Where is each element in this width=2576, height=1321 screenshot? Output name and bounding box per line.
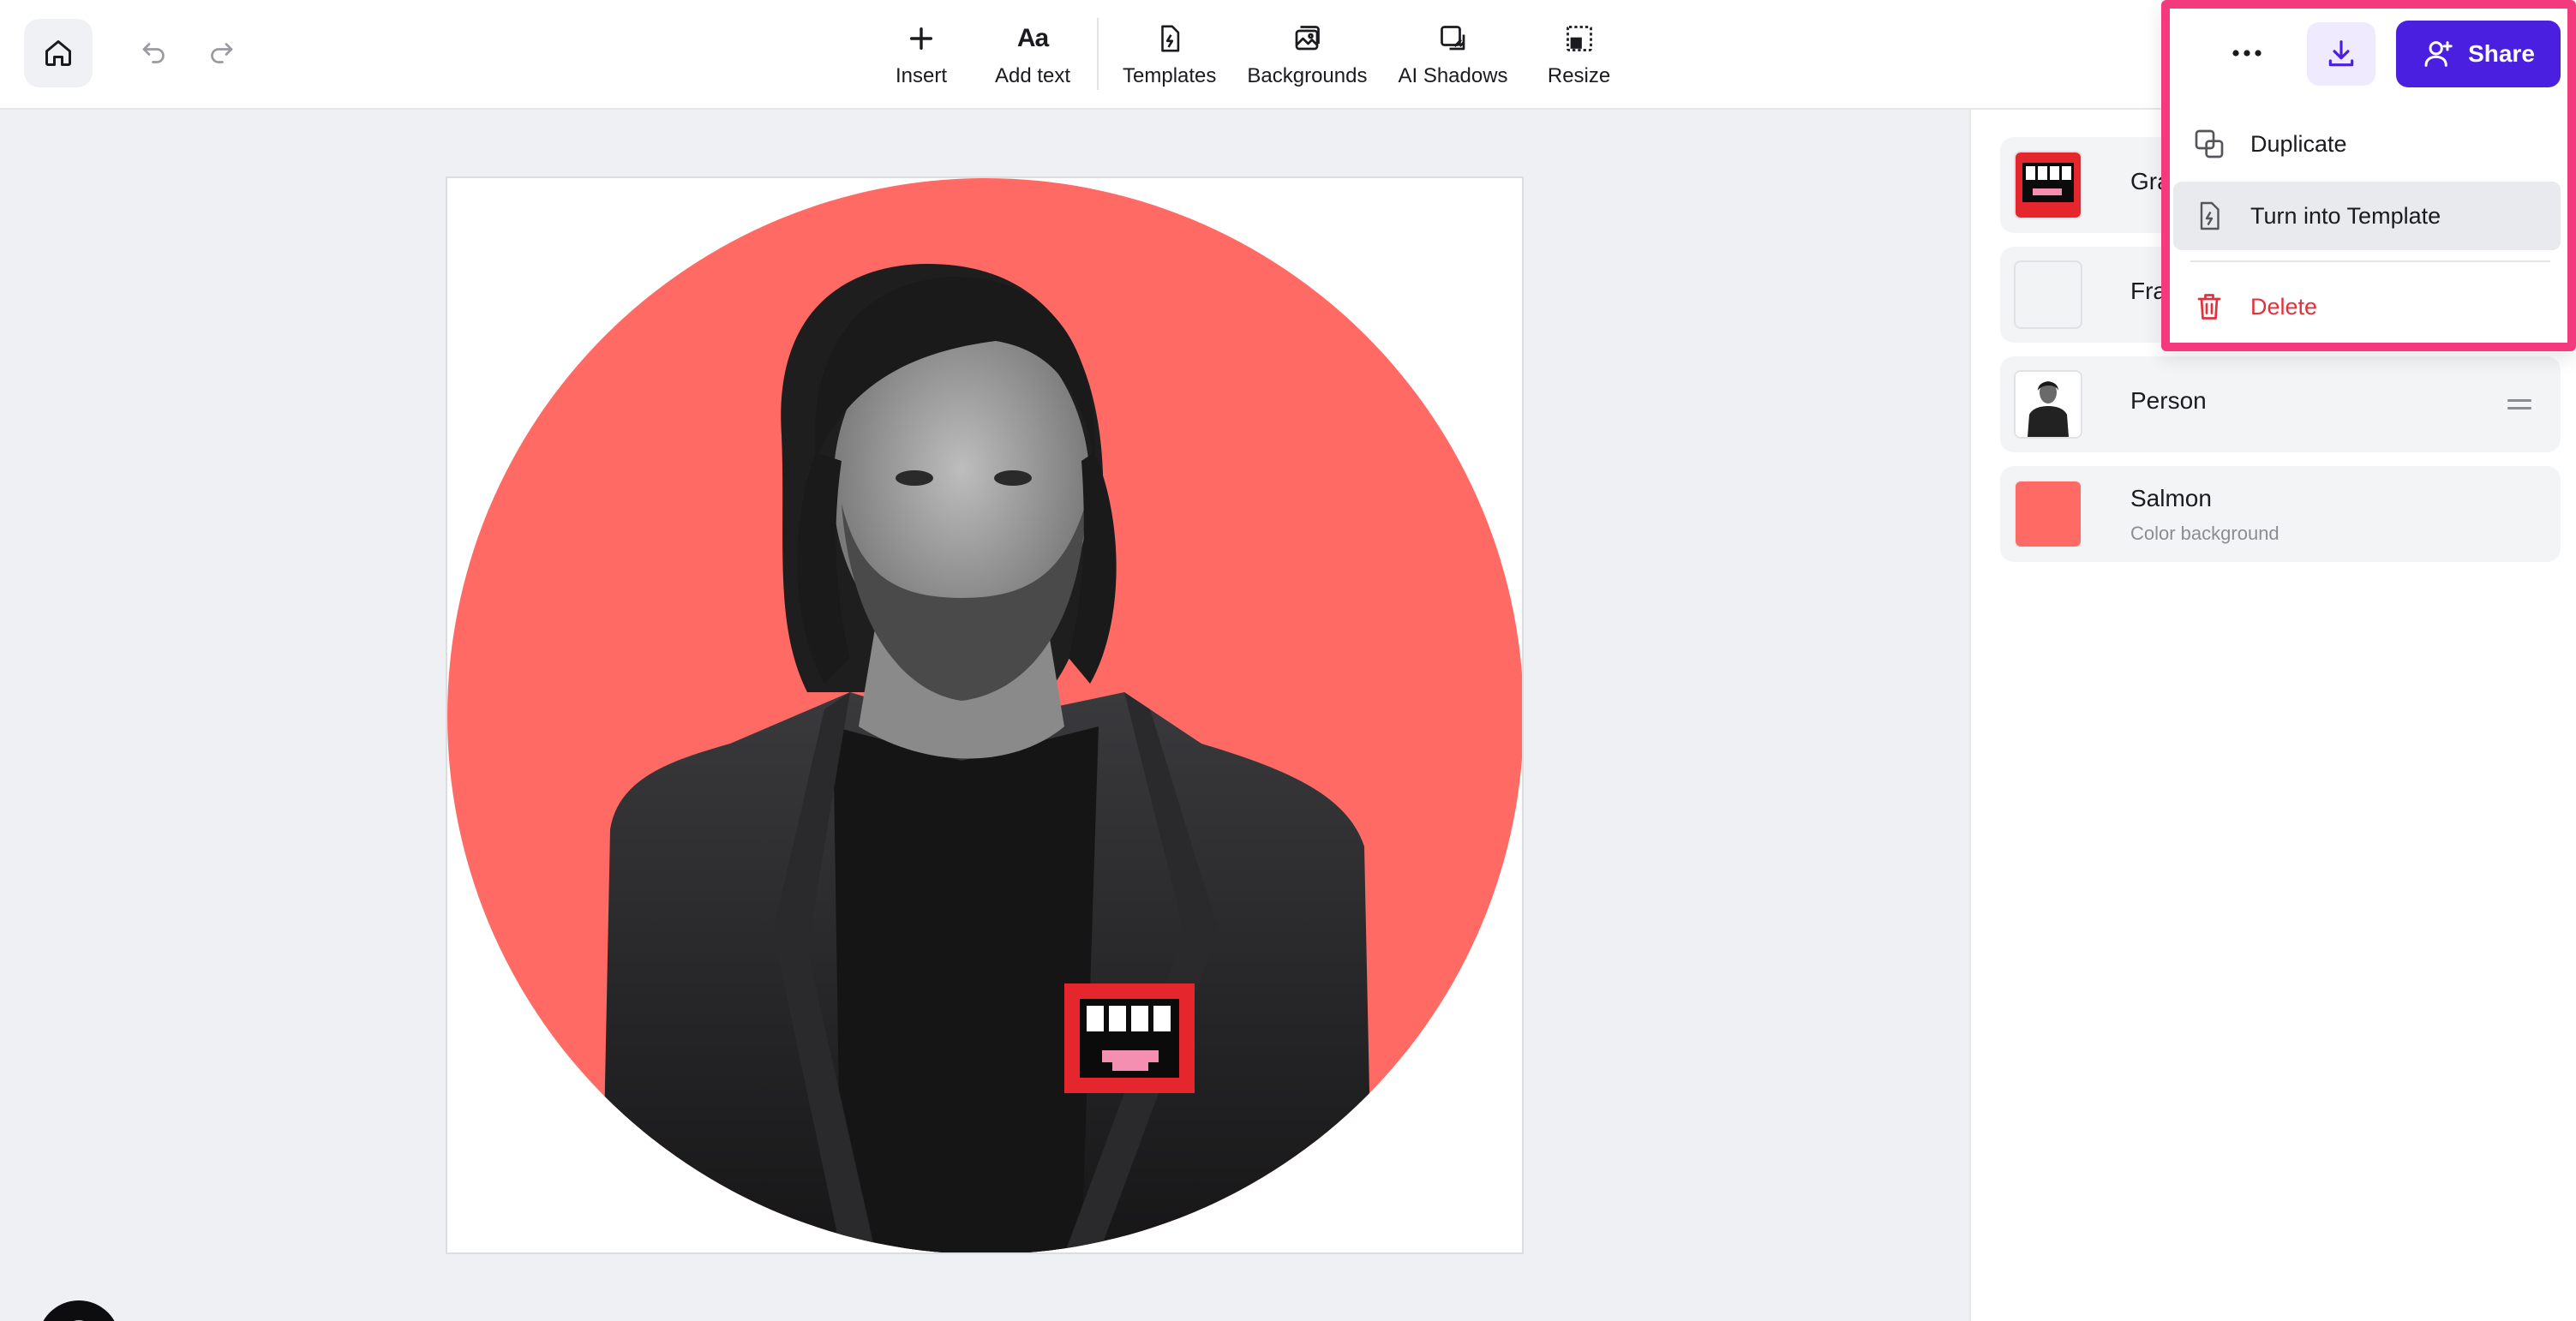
text-aa-icon: Aa (1016, 24, 1049, 52)
home-button[interactable] (24, 19, 93, 87)
salmon-color-swatch (2014, 480, 2082, 548)
frame-thumbnail (2014, 260, 2082, 329)
more-options-button[interactable] (2216, 26, 2278, 81)
person-thumbnail (2014, 370, 2082, 439)
backgrounds-tool-button[interactable]: Backgrounds (1231, 7, 1382, 101)
templates-tool-button[interactable]: Templates (1107, 7, 1231, 101)
duplicate-menu-label: Duplicate (2250, 130, 2347, 157)
undo-button[interactable] (132, 31, 177, 75)
insert-tool-button[interactable]: Insert (866, 7, 977, 101)
turn-into-template-label: Turn into Template (2250, 202, 2441, 229)
backgrounds-icon (1291, 20, 1322, 57)
templates-tool-label: Templates (1123, 64, 1217, 87)
turn-into-template-menu-item[interactable]: Turn into Template (2173, 182, 2561, 250)
layer-item-salmon[interactable]: Salmon Color background (2000, 466, 2561, 562)
ellipsis-icon (2232, 49, 2262, 57)
trash-icon (2189, 290, 2230, 324)
design-illustration[interactable] (447, 178, 1524, 1254)
ai-shadows-icon (1438, 20, 1469, 57)
resize-icon (1564, 20, 1595, 57)
resize-tool-button[interactable]: Resize (1524, 7, 1635, 101)
delete-menu-item[interactable]: Delete (2173, 272, 2561, 341)
backgrounds-tool-label: Backgrounds (1247, 64, 1368, 87)
insert-tool-label: Insert (895, 64, 948, 87)
resize-tool-label: Resize (1547, 64, 1611, 87)
share-button-label: Share (2468, 40, 2535, 67)
duplicate-icon (2189, 127, 2230, 161)
add-text-tool-label: Add text (994, 64, 1071, 87)
share-button[interactable]: Share (2396, 21, 2561, 87)
ai-shadows-tool-label: AI Shadows (1398, 64, 1508, 87)
menu-divider (2190, 260, 2550, 262)
design-artboard[interactable] (446, 176, 1524, 1254)
redo-icon (206, 38, 237, 69)
graphic-sticker[interactable] (1064, 983, 1195, 1093)
drag-handle-icon[interactable] (2507, 397, 2531, 411)
undo-icon (139, 38, 170, 69)
download-icon (2325, 38, 2357, 70)
layer-item-person[interactable]: Person (2000, 356, 2561, 452)
home-icon (43, 38, 74, 69)
duplicate-menu-item[interactable]: Duplicate (2173, 110, 2561, 178)
templates-icon (1155, 20, 1184, 57)
help-button[interactable] (38, 1300, 120, 1321)
graphic-thumbnail (2014, 151, 2082, 219)
layer-subtitle-salmon: Color background (2130, 523, 2279, 544)
layer-name-person: Person (2130, 387, 2207, 414)
redo-button[interactable] (199, 31, 243, 75)
toolbar-divider (1097, 18, 1099, 90)
add-text-tool-button[interactable]: Aa Add text (977, 7, 1088, 101)
plus-icon (907, 20, 936, 57)
editor-tools: Insert Aa Add text Templates Backgrounds… (866, 0, 1635, 108)
download-button[interactable] (2307, 22, 2375, 86)
delete-menu-label: Delete (2250, 293, 2318, 320)
canvas-area (0, 110, 1969, 1321)
layer-name-salmon: Salmon (2130, 485, 2212, 511)
ai-shadows-tool-button[interactable]: AI Shadows (1382, 7, 1523, 101)
template-file-icon (2189, 199, 2230, 233)
add-user-icon (2422, 37, 2456, 71)
